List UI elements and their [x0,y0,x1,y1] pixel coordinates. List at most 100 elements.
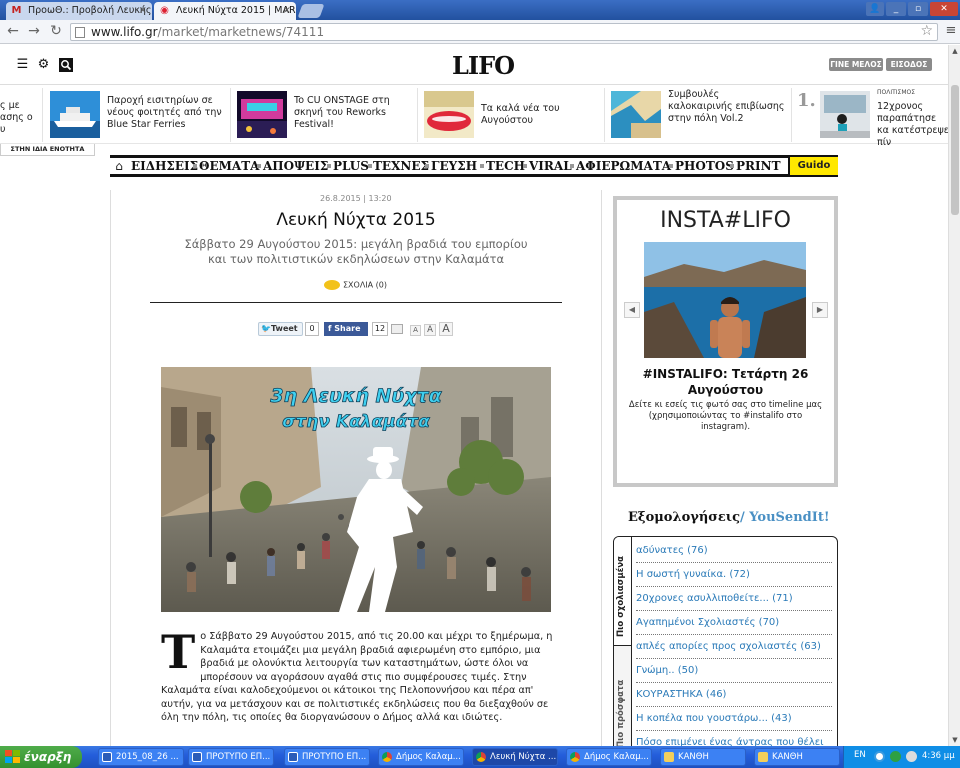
close-window-button[interactable]: ✕ [930,2,958,16]
minimize-button[interactable]: _ [886,2,906,16]
tweet-button[interactable]: 🐦Tweet [258,322,303,336]
divider [230,88,231,142]
search-icon[interactable] [58,58,73,72]
comments-link[interactable]: ΣΧΟΛΙΑ (0) [324,280,387,290]
tweet-count: 0 [305,322,319,336]
page-icon [75,27,85,38]
nav-item-print[interactable]: PRINT [736,158,781,175]
scroll-up-icon[interactable]: ▲ [950,46,960,56]
language-indicator[interactable]: EN [854,750,866,760]
list-item[interactable]: απλές απορίες προς σχολιαστές (63) [636,635,832,659]
hero-title-line1: 3η Λευκή Νύχτα [270,385,442,407]
nav-item-plus[interactable]: PLUS [333,158,369,175]
home-icon[interactable]: ⌂ [112,159,126,173]
user-icon[interactable]: 👤 [866,2,884,16]
close-tab-icon[interactable]: × [283,2,291,19]
related-item[interactable]: Παροχή εισιτηρίων σε νέους φοιτητές από … [50,89,230,141]
insta-photo[interactable] [644,242,806,358]
word-icon [288,752,298,762]
facebook-share-button[interactable]: f Share [324,322,368,336]
word-icon [102,752,112,762]
taskbar-item[interactable]: ΚΑΝΘΗ [754,748,840,766]
list-item[interactable]: αδύνατες (76) [636,539,832,563]
email-icon[interactable] [391,324,403,334]
museum-thumbnail [820,91,870,138]
browser-tabstrip: M ΠροωΘ.: Προβολή Λευκής Ν × ◉ Λευκή Νύχ… [0,0,960,20]
guide-button[interactable]: Guido [788,157,838,175]
forward-icon[interactable]: → [26,23,42,39]
scroll-down-icon[interactable]: ▼ [950,735,960,745]
address-bar[interactable]: www.lifo.gr/market/marketnews/74111 ☆ [70,23,938,41]
network-icon[interactable] [890,751,901,762]
same-section-tag[interactable]: ΣΤΗΝ ΙΔΙΑ ΕΝΟΤΗΤΑ [0,144,95,156]
start-button[interactable]: έναρξη [0,746,82,768]
close-tab-icon[interactable]: × [139,2,147,19]
divider [417,88,418,142]
site-logo[interactable]: LIFO [452,51,515,80]
taskbar-item[interactable]: ΚΑΝΘΗ [660,748,746,766]
page-scrollbar[interactable]: ▲ ▼ [948,45,960,746]
list-item[interactable]: ΚΟΥΡΑΣΤΗΚΑ (46) [636,683,832,707]
related-item-text: Συμβουλές καλοκαιρινής επιβίωσης στην πό… [668,89,785,124]
insta-caption[interactable]: #INSTALIFO: Τετάρτη 26 Αυγούστου [625,366,826,398]
bookmark-star-icon[interactable]: ☆ [920,23,933,39]
browser-tab-lifo[interactable]: ◉ Λευκή Νύχτα 2015 | MARKE × [154,2,296,20]
related-partial-text[interactable]: ς με ασης ο υ [0,100,33,136]
back-icon[interactable]: ← [5,23,21,39]
related-item[interactable]: To CU ONSTAGE στη σκηνή του Reworks Fest… [237,89,417,141]
nav-separator [193,164,197,168]
list-item[interactable]: Η κοπέλα που γουστάρω... (43) [636,707,832,731]
next-arrow-icon[interactable]: ▶ [812,302,828,318]
taskbar-item[interactable]: Δήμος Καλαμ... [566,748,652,766]
festival-thumbnail [237,91,287,138]
tab-most-recent[interactable]: Πιο πρόσφατα [614,645,632,750]
font-small-button[interactable]: A [410,325,421,336]
prev-arrow-icon[interactable]: ◀ [624,302,640,318]
menu-icon[interactable]: ☰ [15,58,30,72]
list-item[interactable]: Η σωστή γυναίκα. (72) [636,563,832,587]
nav-item-news[interactable]: ΕΙΔΗΣΕΙΣ [131,158,198,175]
nav-item-food[interactable]: ΓΕΥΣΗ [431,158,477,175]
taskbar-item[interactable]: Δήμος Καλαμ... [378,748,464,766]
related-item[interactable]: Συμβουλές καλοκαιρινής επιβίωσης στην πό… [611,89,791,141]
maximize-button[interactable]: ▫ [908,2,928,16]
font-large-button[interactable]: A [439,322,453,336]
list-item[interactable]: Αγαπημένοι Σχολιαστές (70) [636,611,832,635]
help-icon[interactable] [874,751,885,762]
login-button[interactable]: ΕΙΣΟΔΟΣ [886,58,932,71]
tab-most-commented[interactable]: Πιο σχολιασμένα [614,537,632,645]
nav-item-photos[interactable]: PHOTOS [675,158,734,175]
list-item[interactable]: Γνώμη.. (50) [636,659,832,683]
site-header: ☰ ⚙ LIFO ΓΙΝΕ ΜΕΛΟΣ ΕΙΣΟΔΟΣ [0,45,948,85]
yousendit-title[interactable]: / YouSendIt! [740,510,830,525]
list-item[interactable]: 20χρονες ασυλλιποθείτε... (71) [636,587,832,611]
popular-item[interactable]: ΠΟΛΙΤΙΣΜΟΣ 12χρονος παραπάτησε κα κατέστ… [820,89,949,148]
scrollbar-thumb[interactable] [951,85,959,215]
chrome-icon [570,752,580,762]
bike-icon[interactable]: ⚙ [36,58,51,72]
taskbar-item[interactable]: ΠΡΟΤΥΠΟ ΕΠ... [188,748,274,766]
browser-tab-gmail[interactable]: M ΠροωΘ.: Προβολή Λευκής Ν × [6,2,152,20]
nav-item-viral[interactable]: VIRAL [529,158,572,175]
new-tab-button[interactable] [297,4,325,18]
related-item-text: Τα καλά νέα του Αυγούστου [481,103,560,126]
join-button[interactable]: ΓΙΝΕ ΜΕΛΟΣ [829,58,883,71]
nav-separator [368,164,372,168]
browser-menu-icon[interactable]: ≡ [944,23,958,39]
taskbar-item[interactable]: ΠΡΟΤΥΠΟ ΕΠ... [284,748,370,766]
related-item[interactable]: Τα καλά νέα του Αυγούστου [424,89,604,141]
start-label: έναρξη [24,750,72,764]
facebook-icon: f [328,324,332,333]
taskbar-item[interactable]: 2015_08_26 ... [98,748,184,766]
volume-icon[interactable] [906,751,917,762]
windows-logo-icon [5,750,20,763]
nav-item-tech[interactable]: TECH [486,158,525,175]
nav-item-opinions[interactable]: ΑΠΟΨΕΙΣ [263,158,328,175]
font-medium-button[interactable]: A [424,324,436,336]
clock[interactable]: 4:36 μμ [922,751,955,761]
nav-item-features[interactable]: ΑΦΙΕΡΩΜΑΤΑ [576,158,671,175]
taskbar-item[interactable]: Λευκή Νύχτα ... [472,748,558,766]
nav-item-arts[interactable]: ΤΕΧΝΕΣ [373,158,429,175]
nav-item-themes[interactable]: ΘΕΜΑΤΑ [199,158,259,175]
reload-icon[interactable]: ↻ [48,23,64,39]
